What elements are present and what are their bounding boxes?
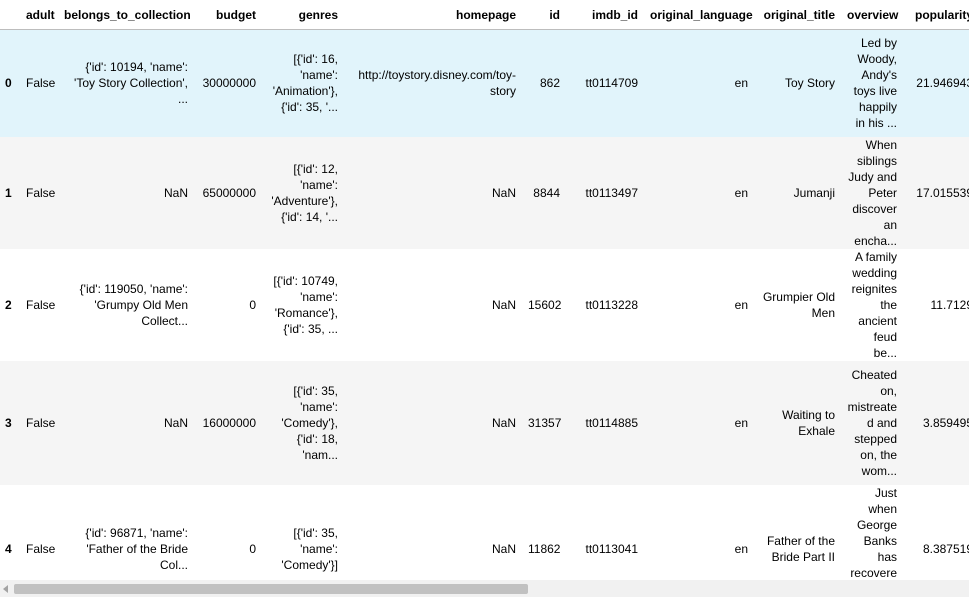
cell-imdb-id: tt0113228 xyxy=(585,297,639,312)
header-row: adult belongs_to_collection budget genres ho… xyxy=(0,0,969,30)
column-header-adult: adult xyxy=(20,0,58,30)
column-header-belongs-to-collection: belongs_to_collection xyxy=(58,0,194,30)
cell-original-title: Grumpier Old Men xyxy=(762,289,835,320)
cell-belongs-to-collection: NaN xyxy=(163,185,188,200)
cell-id: 8844 xyxy=(533,185,560,200)
cell-belongs-to-collection: {'id': 119050, 'name': 'Grumpy Old Men C… xyxy=(79,281,188,328)
cell-imdb-id: tt0114885 xyxy=(585,415,639,430)
cell-original-language: en xyxy=(734,76,748,91)
table-body: 0 False {'id': 10194, 'name': 'Toy Story C… xyxy=(0,29,969,580)
cell-original-language: en xyxy=(734,185,748,200)
cell-id: 862 xyxy=(539,76,560,91)
column-header-original-language: original_language xyxy=(644,0,754,30)
column-header-imdb-id: imdb_id xyxy=(566,0,644,30)
column-header-homepage: homepage xyxy=(344,0,522,30)
column-header-index xyxy=(0,0,20,30)
dataframe-table: adult belongs_to_collection budget genres ho… xyxy=(0,0,969,580)
cell-original-title: Father of the Bride Part II xyxy=(766,533,835,564)
cell-genres: [{'id': 16, 'name': 'Animation'}, {'id':… xyxy=(272,52,338,115)
column-header-genres: genres xyxy=(262,0,344,30)
cell-popularity: 21.946943 xyxy=(916,76,969,91)
cell-budget: 30000000 xyxy=(202,76,256,91)
cell-budget: 16000000 xyxy=(202,415,256,430)
cell-homepage: NaN xyxy=(491,185,516,200)
dataframe-viewport: adult belongs_to_collection budget genres ho… xyxy=(0,0,969,580)
cell-adult: False xyxy=(26,415,56,430)
cell-overview: When siblings Judy and Peter discover an… xyxy=(848,137,897,248)
column-header-overview: overview xyxy=(841,0,903,30)
cell-popularity: 3.859495 xyxy=(922,415,969,430)
cell-popularity: 8.387519 xyxy=(922,541,969,556)
cell-original-title: Toy Story xyxy=(784,76,835,91)
cell-budget: 65000000 xyxy=(202,185,256,200)
table-row[interactable]: 0 False {'id': 10194, 'name': 'Toy Story C… xyxy=(0,29,969,137)
cell-homepage: NaN xyxy=(491,541,516,556)
cell-belongs-to-collection: {'id': 10194, 'name': 'Toy Story Collect… xyxy=(74,60,188,107)
cell-overview: Cheated on, mistreated and stepped on, t… xyxy=(847,367,897,478)
cell-homepage: http://toystory.disney.com/toy-story xyxy=(358,68,516,99)
column-header-popularity: popularity xyxy=(903,0,969,30)
table-row[interactable]: 4 False {'id': 96871, 'name': 'Father of t… xyxy=(0,484,969,580)
cell-original-language: en xyxy=(734,297,748,312)
cell-imdb-id: tt0113041 xyxy=(585,541,639,556)
cell-popularity: 17.015539 xyxy=(916,185,969,200)
cell-original-language: en xyxy=(734,541,748,556)
cell-original-language: en xyxy=(734,415,748,430)
cell-popularity: 11.7129 xyxy=(930,297,969,312)
cell-imdb-id: tt0114709 xyxy=(585,76,639,91)
row-index: 2 xyxy=(5,297,12,312)
table-row[interactable]: 1 False NaN 65000000 [{'id': 12, 'name': 'Ad… xyxy=(0,136,969,249)
cell-id: 31357 xyxy=(528,415,562,430)
cell-homepage: NaN xyxy=(491,415,516,430)
cell-genres: [{'id': 12, 'name': 'Adventure'}, {'id':… xyxy=(271,161,338,224)
cell-budget: 0 xyxy=(249,541,256,556)
cell-budget: 0 xyxy=(249,297,256,312)
scroll-left-arrow-icon[interactable] xyxy=(3,585,8,593)
cell-adult: False xyxy=(26,541,56,556)
cell-id: 11862 xyxy=(528,541,561,556)
cell-genres: [{'id': 10749, 'name': 'Romance'}, {'id'… xyxy=(273,273,338,336)
row-index: 1 xyxy=(5,185,12,200)
cell-overview: A family wedding reignites the ancient f… xyxy=(851,249,897,360)
cell-original-title: Waiting to Exhale xyxy=(782,407,835,438)
table-row[interactable]: 2 False {'id': 119050, 'name': 'Grumpy Old… xyxy=(0,248,969,361)
cell-id: 15602 xyxy=(528,297,562,312)
cell-homepage: NaN xyxy=(491,297,516,312)
cell-imdb-id: tt0113497 xyxy=(585,185,639,200)
cell-adult: False xyxy=(26,297,56,312)
column-header-id: id xyxy=(522,0,566,30)
cell-belongs-to-collection: {'id': 96871, 'name': 'Father of the Bri… xyxy=(85,525,188,572)
column-header-budget: budget xyxy=(194,0,262,30)
cell-overview: Led by Woody, Andy's toys live happily i… xyxy=(853,36,897,131)
cell-belongs-to-collection: NaN xyxy=(163,415,188,430)
row-index: 3 xyxy=(5,415,12,430)
cell-overview: Just when George Banks has recovered fro… xyxy=(850,485,897,580)
cell-adult: False xyxy=(26,76,56,91)
table-row[interactable]: 3 False NaN 16000000 [{'id': 35, 'name': 'Co… xyxy=(0,360,969,485)
cell-genres: [{'id': 35, 'name': 'Comedy'}, {'id': 18… xyxy=(281,383,338,462)
scroll-thumb[interactable] xyxy=(14,584,528,594)
cell-original-title: Jumanji xyxy=(793,185,835,200)
horizontal-scrollbar[interactable] xyxy=(0,580,969,597)
cell-adult: False xyxy=(26,185,56,200)
cell-genres: [{'id': 35, 'name': 'Comedy'}] xyxy=(281,525,338,572)
row-index: 4 xyxy=(5,541,12,556)
column-header-original-title: original_title xyxy=(754,0,841,30)
row-index: 0 xyxy=(5,76,12,91)
